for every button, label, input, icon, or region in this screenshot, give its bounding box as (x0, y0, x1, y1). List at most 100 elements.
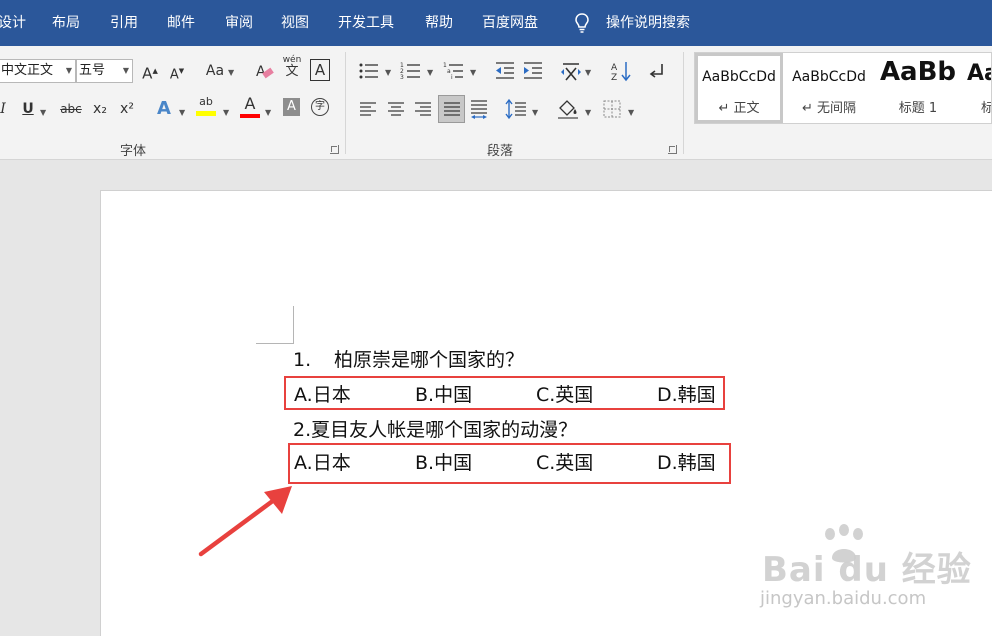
chevron-down-icon[interactable]: ▼ (265, 108, 271, 117)
borders-icon (603, 100, 621, 118)
shrink-font-button[interactable]: A▼ (168, 58, 186, 84)
question-1-number[interactable]: 1. (293, 348, 311, 372)
chevron-down-icon[interactable]: ▼ (427, 68, 433, 77)
q2-option-a[interactable]: A.日本 (294, 451, 351, 475)
question-2-text[interactable]: 2.夏目友人帐是哪个国家的动漫？ (293, 418, 577, 442)
bullet-list-icon (359, 63, 378, 79)
chevron-down-icon[interactable]: ▼ (628, 108, 634, 117)
font-color-label: A (244, 94, 256, 113)
increase-indent-button[interactable] (522, 58, 544, 84)
text-effects-button[interactable]: A (154, 96, 174, 122)
underline-label: U (22, 101, 34, 117)
enclose-characters-button[interactable]: 字 (311, 98, 329, 116)
q1-option-d[interactable]: D.韩国 (657, 383, 716, 407)
style-heading-1[interactable]: AaBb 标题 1 (875, 53, 961, 123)
shading-button[interactable] (556, 96, 580, 122)
strikethrough-button[interactable]: abc (58, 96, 84, 122)
chinese-layout-button[interactable] (560, 58, 582, 84)
change-case-button[interactable]: Aa (203, 58, 227, 84)
style-name: 标题 1 (898, 101, 938, 116)
italic-label: I (0, 101, 6, 117)
sort-button[interactable]: A Z (610, 58, 632, 84)
text-highlight-button[interactable]: ab (195, 94, 217, 120)
font-size-value: 五号 (79, 63, 106, 78)
distributed-button[interactable] (469, 96, 491, 122)
q2-option-b[interactable]: B.中国 (415, 451, 472, 475)
phonetic-char: 文 (285, 64, 299, 79)
svg-text:A: A (611, 63, 618, 73)
bullets-button[interactable] (358, 58, 380, 84)
font-dialog-launcher-icon[interactable] (330, 145, 339, 154)
chevron-down-icon[interactable]: ▼ (40, 108, 46, 117)
chevron-down-icon[interactable]: ▼ (179, 108, 185, 117)
line-spacing-button[interactable] (505, 96, 527, 122)
chevron-down-icon[interactable]: ▼ (585, 108, 591, 117)
distribute-icon (471, 100, 487, 119)
font-color-swatch (240, 114, 260, 118)
tab-layout[interactable]: 布局 (52, 14, 80, 32)
chevron-down-icon[interactable]: ▼ (228, 68, 234, 77)
highlight-color-swatch (196, 111, 216, 116)
style-normal[interactable]: AaBbCcDd ↵ 正文 (695, 53, 783, 123)
tab-help[interactable]: 帮助 (425, 14, 453, 32)
style-sample: AaBb (879, 57, 957, 87)
chevron-down-icon: ▼ (122, 66, 129, 75)
tab-developer[interactable]: 开发工具 (338, 14, 394, 32)
tab-review[interactable]: 审阅 (225, 14, 253, 32)
font-color-button[interactable]: A (239, 94, 261, 120)
font-size-combo[interactable]: 五号 ▼ (76, 59, 133, 83)
question-1-text[interactable]: 柏原崇是哪个国家的？ (334, 348, 524, 372)
character-shading-button[interactable]: A (283, 98, 300, 116)
phonetic-guide-button[interactable]: wén 文 (282, 54, 302, 80)
decrease-indent-button[interactable] (494, 58, 516, 84)
paragraph-dialog-launcher-icon[interactable] (668, 145, 677, 154)
underline-button[interactable]: U (20, 96, 36, 122)
change-case-label: Aa (205, 63, 225, 79)
q1-option-b[interactable]: B.中国 (415, 383, 472, 407)
character-border-button[interactable]: A (310, 59, 330, 81)
style-sample: AaBbCcDd (792, 69, 866, 85)
chevron-down-icon[interactable]: ▼ (532, 108, 538, 117)
superscript-button[interactable]: x² (117, 96, 137, 122)
q1-option-c[interactable]: C.英国 (536, 383, 593, 407)
italic-button[interactable]: I (0, 96, 10, 122)
chevron-down-icon[interactable]: ▼ (470, 68, 476, 77)
font-name-combo[interactable]: 中文正文 ▼ (0, 59, 76, 83)
character-border-label: A (314, 61, 326, 79)
borders-button[interactable] (602, 96, 624, 122)
style-sample: AaBbCcDd (702, 69, 776, 85)
font-group-label: 字体 (120, 144, 147, 159)
lightbulb-icon[interactable] (574, 12, 590, 34)
style-no-spacing[interactable]: AaBbCcDd ↵ 无间隔 (786, 53, 872, 123)
tab-baidu-netdisk[interactable]: 百度网盘 (482, 14, 538, 32)
q1-option-a[interactable]: A.日本 (294, 383, 351, 407)
align-left-button[interactable] (358, 96, 380, 122)
numbering-button[interactable]: 1 2 3 (400, 58, 422, 84)
style-name: ↵ 正文 (718, 101, 760, 116)
paragraph-mark-icon (649, 64, 663, 78)
align-right-button[interactable] (413, 96, 435, 122)
justify-button[interactable] (438, 95, 465, 123)
show-hide-marks-button[interactable] (646, 58, 668, 84)
tab-view[interactable]: 视图 (281, 14, 309, 32)
paragraph-group-label: 段落 (487, 144, 514, 159)
tab-mailings[interactable]: 邮件 (167, 14, 195, 32)
chinese-layout-icon (561, 63, 581, 81)
align-center-button[interactable] (386, 96, 408, 122)
subscript-button[interactable]: x₂ (90, 96, 110, 122)
multilevel-list-button[interactable]: 1 a i (443, 58, 465, 84)
clear-formatting-button[interactable]: A (255, 58, 275, 84)
style-heading-2[interactable]: Aa 标 (967, 53, 991, 123)
chevron-down-icon[interactable]: ▼ (585, 68, 591, 77)
tab-references[interactable]: 引用 (110, 14, 138, 32)
q2-option-c[interactable]: C.英国 (536, 451, 593, 475)
chevron-down-icon[interactable]: ▼ (223, 108, 229, 117)
text-highlight-label: ab (199, 95, 213, 108)
grow-font-button[interactable]: A▲ (141, 58, 159, 84)
style-sample: Aa (967, 61, 991, 86)
chevron-down-icon[interactable]: ▼ (385, 68, 391, 77)
q2-option-d[interactable]: D.韩国 (657, 451, 716, 475)
tab-design[interactable]: 设计 (0, 14, 26, 32)
tell-me-search[interactable]: 操作说明搜索 (606, 14, 690, 32)
annotation-arrow-icon (198, 486, 292, 557)
